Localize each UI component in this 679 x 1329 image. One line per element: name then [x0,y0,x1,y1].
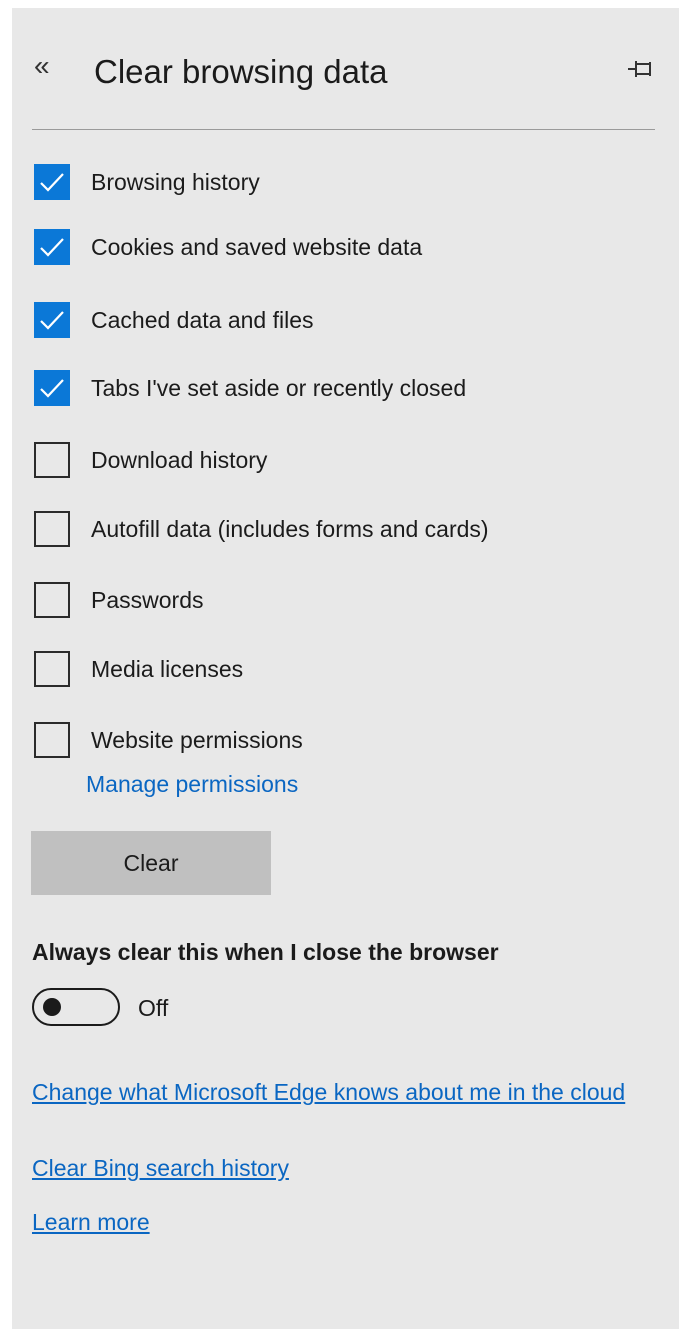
chevron-double-left-icon[interactable]: « [34,48,62,84]
checkbox-label: Media licenses [91,656,244,682]
edge-cloud-link[interactable]: Change what Microsoft Edge knows about m… [32,1074,642,1110]
checkbox-label: Tabs I've set aside or recently closed [91,375,467,401]
manage-permissions-link[interactable]: Manage permissions [86,768,298,800]
header-divider [32,129,655,130]
checkmark-icon [40,238,64,257]
clear-button[interactable]: Clear [31,831,271,895]
checkbox-website-permissions[interactable]: Website permissions [34,722,654,760]
checkmark-icon [40,173,64,192]
checkbox-box[interactable] [34,442,70,478]
learn-more-link[interactable]: Learn more [32,1204,150,1240]
toggle-state-label: Off [138,995,169,1021]
checkbox-cookies[interactable]: Cookies and saved website data [34,229,654,267]
checkbox-box[interactable] [34,164,70,200]
pin-icon[interactable] [624,54,658,84]
page-title: Clear browsing data [94,53,388,90]
always-clear-label: Always clear this when I close the brows… [32,939,499,965]
checkbox-box[interactable] [34,651,70,687]
checkbox-box[interactable] [34,722,70,758]
always-clear-toggle[interactable] [32,988,120,1026]
checkbox-label: Download history [91,447,268,473]
checkbox-browsing-history[interactable]: Browsing history [34,164,654,202]
panel-header: « Clear browsing data [12,8,679,130]
checkbox-box[interactable] [34,229,70,265]
toggle-knob [43,998,61,1016]
checkmark-icon [40,379,64,398]
checkbox-box[interactable] [34,302,70,338]
checkbox-tabs-set-aside[interactable]: Tabs I've set aside or recently closed [34,370,654,408]
checkmark-icon [40,311,64,330]
checkbox-label: Website permissions [91,727,303,753]
clear-bing-history-link[interactable]: Clear Bing search history [32,1150,289,1186]
checkbox-label: Autofill data (includes forms and cards) [91,516,489,542]
checkbox-cached-data[interactable]: Cached data and files [34,302,654,340]
checkbox-autofill-data[interactable]: Autofill data (includes forms and cards) [34,511,654,549]
checkbox-label: Cookies and saved website data [91,234,423,260]
checkbox-box[interactable] [34,511,70,547]
checkbox-label: Browsing history [91,169,260,195]
checkbox-download-history[interactable]: Download history [34,442,654,480]
checkbox-box[interactable] [34,582,70,618]
checkbox-passwords[interactable]: Passwords [34,582,654,620]
checkbox-box[interactable] [34,370,70,406]
clear-browsing-data-panel: « Clear browsing data Browsing history C… [12,8,679,1329]
checkbox-label: Passwords [91,587,204,613]
checkbox-media-licenses[interactable]: Media licenses [34,651,654,689]
checkbox-label: Cached data and files [91,307,314,333]
